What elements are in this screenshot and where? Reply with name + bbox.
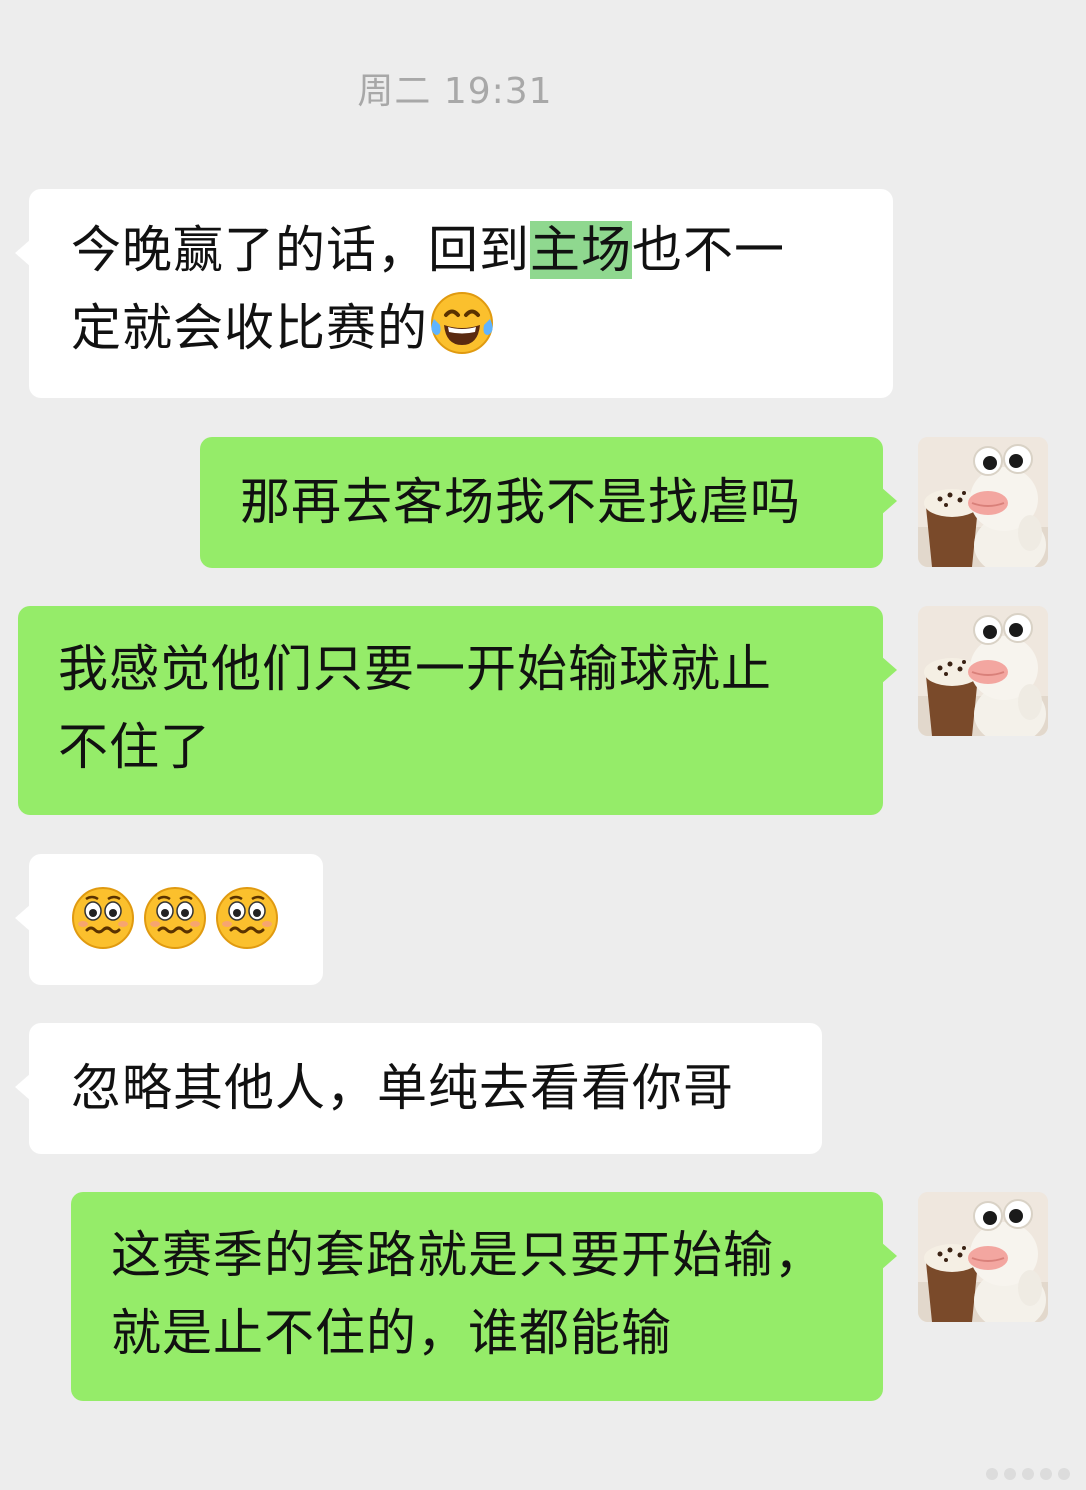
plush-toy-avatar-icon: [918, 606, 1048, 736]
outgoing-message-bubble[interactable]: 这赛季的套路就是只要开始输， 就是止不住的，谁都能输: [71, 1192, 897, 1401]
avatar[interactable]: [918, 606, 1048, 736]
incoming-message-bubble[interactable]: [15, 854, 323, 985]
watermark-dots: [986, 1468, 1070, 1480]
chat-screen: 周二 19:31 今晚赢了的话，回到主场也不一 定就会收比赛的 那再去客场我不是…: [0, 0, 1086, 1490]
woozy-face-icon: [213, 884, 281, 952]
outgoing-message-bubble[interactable]: 那再去客场我不是找虐吗: [200, 437, 897, 568]
tears-of-joy-icon: [428, 289, 496, 357]
message-line-1: 我感觉他们只要一开始输球就止: [58, 640, 772, 698]
plush-toy-avatar-icon: [918, 437, 1048, 567]
highlighted-text[interactable]: 主场: [530, 221, 632, 279]
message-line-1: 今晚赢了的话，回到主场也不一: [71, 211, 857, 289]
avatar[interactable]: [918, 1192, 1048, 1322]
avatar[interactable]: [918, 437, 1048, 567]
outgoing-message-bubble[interactable]: 我感觉他们只要一开始输球就止 不住了: [18, 606, 897, 815]
woozy-face-icon: [69, 884, 137, 952]
message-line-2: 不住了: [58, 718, 211, 776]
message-text: 那再去客场我不是找虐吗: [240, 473, 801, 531]
message-text: 也不一: [632, 221, 785, 279]
message-text: 定就会收比赛的: [71, 299, 428, 357]
message-line-2: 定就会收比赛的: [71, 289, 857, 367]
message-text: 今晚赢了的话，回到: [71, 221, 530, 279]
incoming-message-bubble[interactable]: 今晚赢了的话，回到主场也不一 定就会收比赛的: [15, 189, 893, 398]
message-text: 忽略其他人，单纯去看看你哥: [71, 1059, 734, 1117]
plush-toy-avatar-icon: [918, 1192, 1048, 1322]
woozy-face-icon: [141, 884, 209, 952]
message-timestamp: 周二 19:31: [357, 71, 553, 112]
message-line-2: 就是止不住的，谁都能输: [111, 1304, 672, 1362]
incoming-message-bubble[interactable]: 忽略其他人，单纯去看看你哥: [15, 1023, 822, 1154]
message-line-1: 这赛季的套路就是只要开始输，: [111, 1226, 825, 1284]
